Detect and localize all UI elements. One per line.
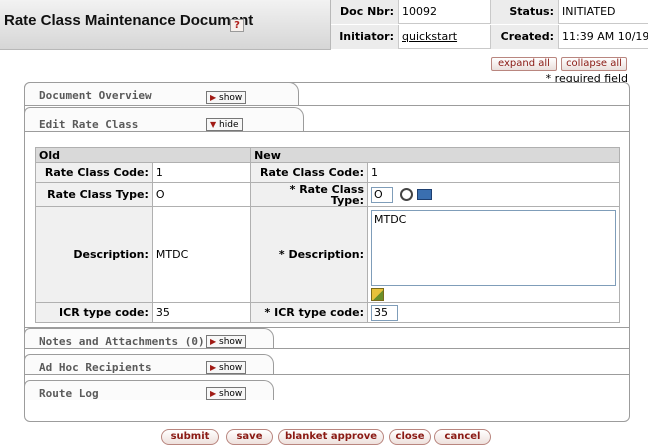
doc-nbr-label: Doc Nbr:	[331, 0, 399, 24]
old-type-label: Rate Class Type:	[35, 182, 153, 207]
doc-info-row-1: Doc Nbr: 10092 Status: INITIATED	[331, 0, 648, 24]
divider	[24, 348, 630, 349]
new-code-label: Rate Class Code:	[250, 162, 368, 183]
notes-show-label: show	[219, 337, 243, 347]
ad-hoc-show-label: show	[219, 363, 243, 373]
submit-button[interactable]: submit	[161, 429, 219, 445]
table-row: ICR type code: 35 * ICR type code: 35	[35, 302, 620, 323]
new-type-cell: O	[367, 182, 620, 207]
new-header: New	[250, 147, 620, 163]
document-overview-show-label: show	[219, 93, 243, 103]
table-row: Rate Class Code: 1 Rate Class Code: 1	[35, 162, 620, 183]
notes-show-button[interactable]: ▶ show	[206, 335, 247, 348]
triangle-right-icon: ▶	[210, 93, 217, 102]
collapse-all-button[interactable]: collapse all	[561, 57, 627, 71]
status-value: INITIATED	[562, 5, 616, 18]
created-value: 11:39 AM 10/19/2010	[562, 30, 648, 43]
icr-type-code-input[interactable]: 35	[371, 304, 398, 321]
old-code-value: 1	[151, 162, 252, 183]
new-code-value: 1	[367, 162, 620, 183]
old-icr-value: 35	[151, 302, 252, 323]
old-header: Old	[34, 147, 252, 163]
tab-document-overview-label: Document Overview	[39, 89, 152, 102]
table-row: Description: MTDC * Description: MTDC	[35, 206, 620, 303]
divider	[24, 105, 630, 106]
old-description-label: Description:	[35, 206, 153, 303]
edit-rate-class-hide-button[interactable]: ▼ hide	[206, 118, 243, 131]
document-overview-show-button[interactable]: ▶ show	[206, 91, 247, 104]
document-info: Doc Nbr: 10092 Status: INITIATED Initiat…	[330, 0, 648, 50]
created-label: Created:	[491, 25, 559, 49]
initiator-label: Initiator:	[331, 25, 399, 49]
divider	[24, 374, 630, 375]
doc-info-row-2: Initiator: quickstart Created: 11:39 AM …	[331, 25, 648, 49]
document-header: Rate Class Maintenance Document ? Doc Nb…	[0, 0, 648, 50]
new-icr-cell: 35	[367, 302, 620, 323]
old-code-label: Rate Class Code:	[35, 162, 153, 183]
edit-rate-class-table: Old New Rate Class Code: 1 Rate Class Co…	[34, 147, 620, 323]
rate-class-type-input[interactable]: O	[371, 186, 393, 203]
route-log-show-label: show	[219, 389, 243, 399]
initiator-value: quickstart	[399, 25, 491, 49]
status-label: Status:	[491, 0, 559, 24]
divider	[24, 131, 630, 132]
cancel-button[interactable]: cancel	[434, 429, 491, 445]
save-button[interactable]: save	[226, 429, 273, 445]
search-icon[interactable]	[399, 188, 413, 201]
table-header-row: Old New	[34, 147, 620, 163]
triangle-right-icon: ▶	[210, 337, 217, 346]
book-icon[interactable]	[417, 189, 432, 200]
tab-notes-label: Notes and Attachments (0)	[39, 335, 205, 348]
close-button[interactable]: close	[389, 429, 431, 445]
tab-route-log-label: Route Log	[39, 387, 99, 400]
new-description-label: * Description:	[250, 206, 368, 303]
doc-nbr-value: 10092	[399, 0, 491, 24]
tab-edit-rate-class-label: Edit Rate Class	[39, 118, 139, 131]
help-icon[interactable]: ?	[230, 19, 244, 32]
new-type-label: * Rate Class Type:	[250, 182, 368, 207]
new-description-cell: MTDC	[367, 206, 620, 303]
edit-rate-class-hide-label: hide	[219, 120, 239, 130]
old-type-value: O	[151, 182, 252, 207]
pencil-icon[interactable]	[371, 288, 384, 301]
expand-all-button[interactable]: expand all	[491, 57, 557, 71]
ad-hoc-show-button[interactable]: ▶ show	[206, 361, 247, 374]
old-description-value: MTDC	[151, 206, 252, 303]
triangle-right-icon: ▶	[210, 389, 217, 398]
tab-ad-hoc-label: Ad Hoc Recipients	[39, 361, 152, 374]
page: Rate Class Maintenance Document ? Doc Nb…	[0, 0, 648, 448]
route-log-show-button[interactable]: ▶ show	[206, 387, 247, 400]
description-textarea[interactable]: MTDC	[371, 210, 616, 286]
triangle-down-icon: ▼	[210, 120, 217, 129]
blanket-approve-button[interactable]: blanket approve	[278, 429, 384, 445]
initiator-link[interactable]: quickstart	[402, 30, 457, 43]
old-icr-label: ICR type code:	[35, 302, 153, 323]
table-row: Rate Class Type: O * Rate Class Type: O	[35, 182, 620, 207]
new-icr-label: * ICR type code:	[250, 302, 368, 323]
page-title: Rate Class Maintenance Document	[4, 12, 254, 29]
triangle-right-icon: ▶	[210, 363, 217, 372]
